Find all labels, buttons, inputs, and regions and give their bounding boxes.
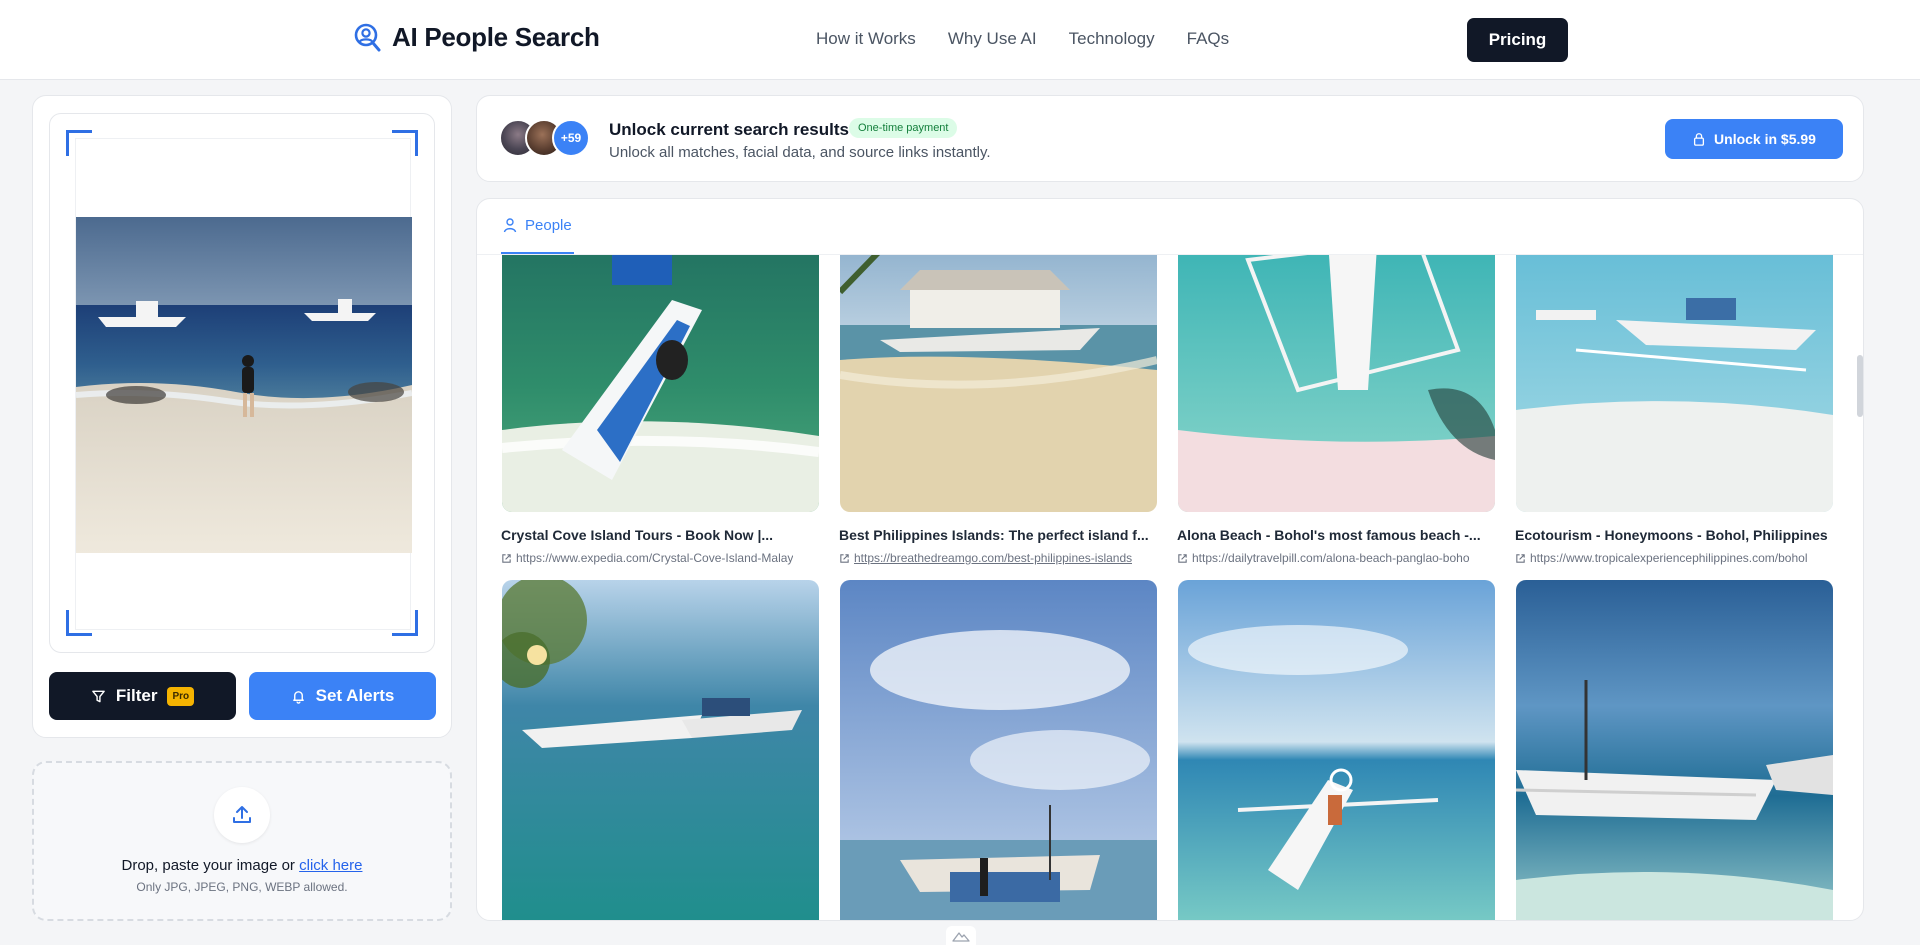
result-title[interactable]: Ecotourism - Honeymoons - Bohol, Philipp… <box>1515 527 1835 543</box>
avatar-count-badge: +59 <box>552 119 590 157</box>
search-image-panel: Filter Pro Set Alerts <box>32 95 452 738</box>
allowed-formats-note: Only JPG, JPEG, PNG, WEBP allowed. <box>136 880 348 894</box>
set-alerts-label: Set Alerts <box>315 686 395 705</box>
upload-button[interactable] <box>214 787 270 843</box>
avatar-stack: +59 <box>499 119 595 159</box>
set-alerts-button[interactable]: Set Alerts <box>249 672 436 720</box>
result-image[interactable] <box>1178 255 1495 512</box>
results-grid: Crystal Cove Island Tours - Book Now |..… <box>477 255 1863 920</box>
results-panel: People Crystal Cove Island Tours - Book … <box>476 198 1864 921</box>
filter-icon <box>92 690 105 702</box>
nav-why-use-ai[interactable]: Why Use AI <box>948 29 1037 49</box>
brand-name: AI People Search <box>392 22 600 52</box>
upload-instructions: Drop, paste your image or click here <box>34 857 450 874</box>
unlock-button-label: Unlock in $5.99 <box>1714 131 1816 147</box>
result-source-link[interactable]: https://www.expedia.com/Crystal-Cove-Isl… <box>501 551 821 565</box>
result-url: https://dailytravelpill.com/alona-beach-… <box>1192 551 1470 565</box>
image-preview <box>49 113 435 653</box>
upload-icon <box>233 806 251 823</box>
filter-label: Filter <box>115 686 158 705</box>
preview-frame <box>75 138 412 630</box>
external-link-icon <box>502 553 511 563</box>
result-title[interactable]: Crystal Cove Island Tours - Book Now |..… <box>501 527 821 543</box>
result-image[interactable] <box>502 255 819 512</box>
result-image[interactable] <box>1516 255 1833 512</box>
result-title[interactable]: Alona Beach - Bohol's most famous beach … <box>1177 527 1497 543</box>
pro-badge: Pro <box>167 686 195 706</box>
result-url: https://www.tropicalexperiencephilippine… <box>1530 551 1808 565</box>
upload-text: Drop, paste your image or <box>121 857 300 874</box>
results-scrollbar-thumb[interactable] <box>1857 355 1863 417</box>
external-link-icon <box>1178 553 1187 563</box>
result-url: https://breathedreamgo.com/best-philippi… <box>854 551 1133 565</box>
result-image[interactable] <box>1516 580 1833 920</box>
bell-icon <box>292 690 304 704</box>
main-nav: How it Works Why Use AI Technology FAQs <box>816 29 1229 49</box>
unlock-button[interactable]: Unlock in $5.99 <box>1665 119 1843 159</box>
external-link-icon <box>840 553 849 563</box>
result-source-link[interactable]: https://dailytravelpill.com/alona-beach-… <box>1177 551 1497 565</box>
person-icon <box>503 218 517 233</box>
result-source-link[interactable]: https://www.tropicalexperiencephilippine… <box>1515 551 1835 565</box>
result-image[interactable] <box>840 580 1157 920</box>
filter-button[interactable]: Filter Pro <box>49 672 236 720</box>
lock-icon <box>1694 133 1705 146</box>
nav-faqs[interactable]: FAQs <box>1187 29 1230 49</box>
tab-people-label: People <box>525 217 572 234</box>
result-source-link[interactable]: https://breathedreamgo.com/best-philippi… <box>839 551 1159 565</box>
unlock-subtitle: Unlock all matches, facial data, and sou… <box>609 144 991 161</box>
top-nav-bar: AI People Search How it Works Why Use AI… <box>0 0 1920 80</box>
person-search-icon <box>354 23 381 51</box>
result-image[interactable] <box>1178 580 1495 920</box>
pricing-button[interactable]: Pricing <box>1467 18 1568 62</box>
result-url: https://www.expedia.com/Crystal-Cove-Isl… <box>516 551 794 565</box>
click-here-link[interactable]: click here <box>299 857 362 874</box>
unlock-title: Unlock current search results <box>609 120 849 139</box>
brand-logo[interactable]: AI People Search <box>352 22 600 53</box>
external-link-icon <box>1516 553 1525 563</box>
devtools-toggle[interactable] <box>946 926 976 945</box>
result-image[interactable] <box>502 580 819 920</box>
result-image[interactable] <box>840 255 1157 512</box>
one-time-payment-badge: One-time payment <box>849 118 958 138</box>
unlock-results-banner: +59 Unlock current search results One-ti… <box>476 95 1864 182</box>
image-dropzone[interactable]: Drop, paste your image or click here Onl… <box>32 761 452 921</box>
uploaded-photo <box>76 217 412 553</box>
nav-how-it-works[interactable]: How it Works <box>816 29 916 49</box>
tab-people[interactable]: People <box>501 217 574 254</box>
result-title[interactable]: Best Philippines Islands: The perfect is… <box>839 527 1159 543</box>
mountain-icon <box>952 931 970 942</box>
nav-technology[interactable]: Technology <box>1069 29 1155 49</box>
